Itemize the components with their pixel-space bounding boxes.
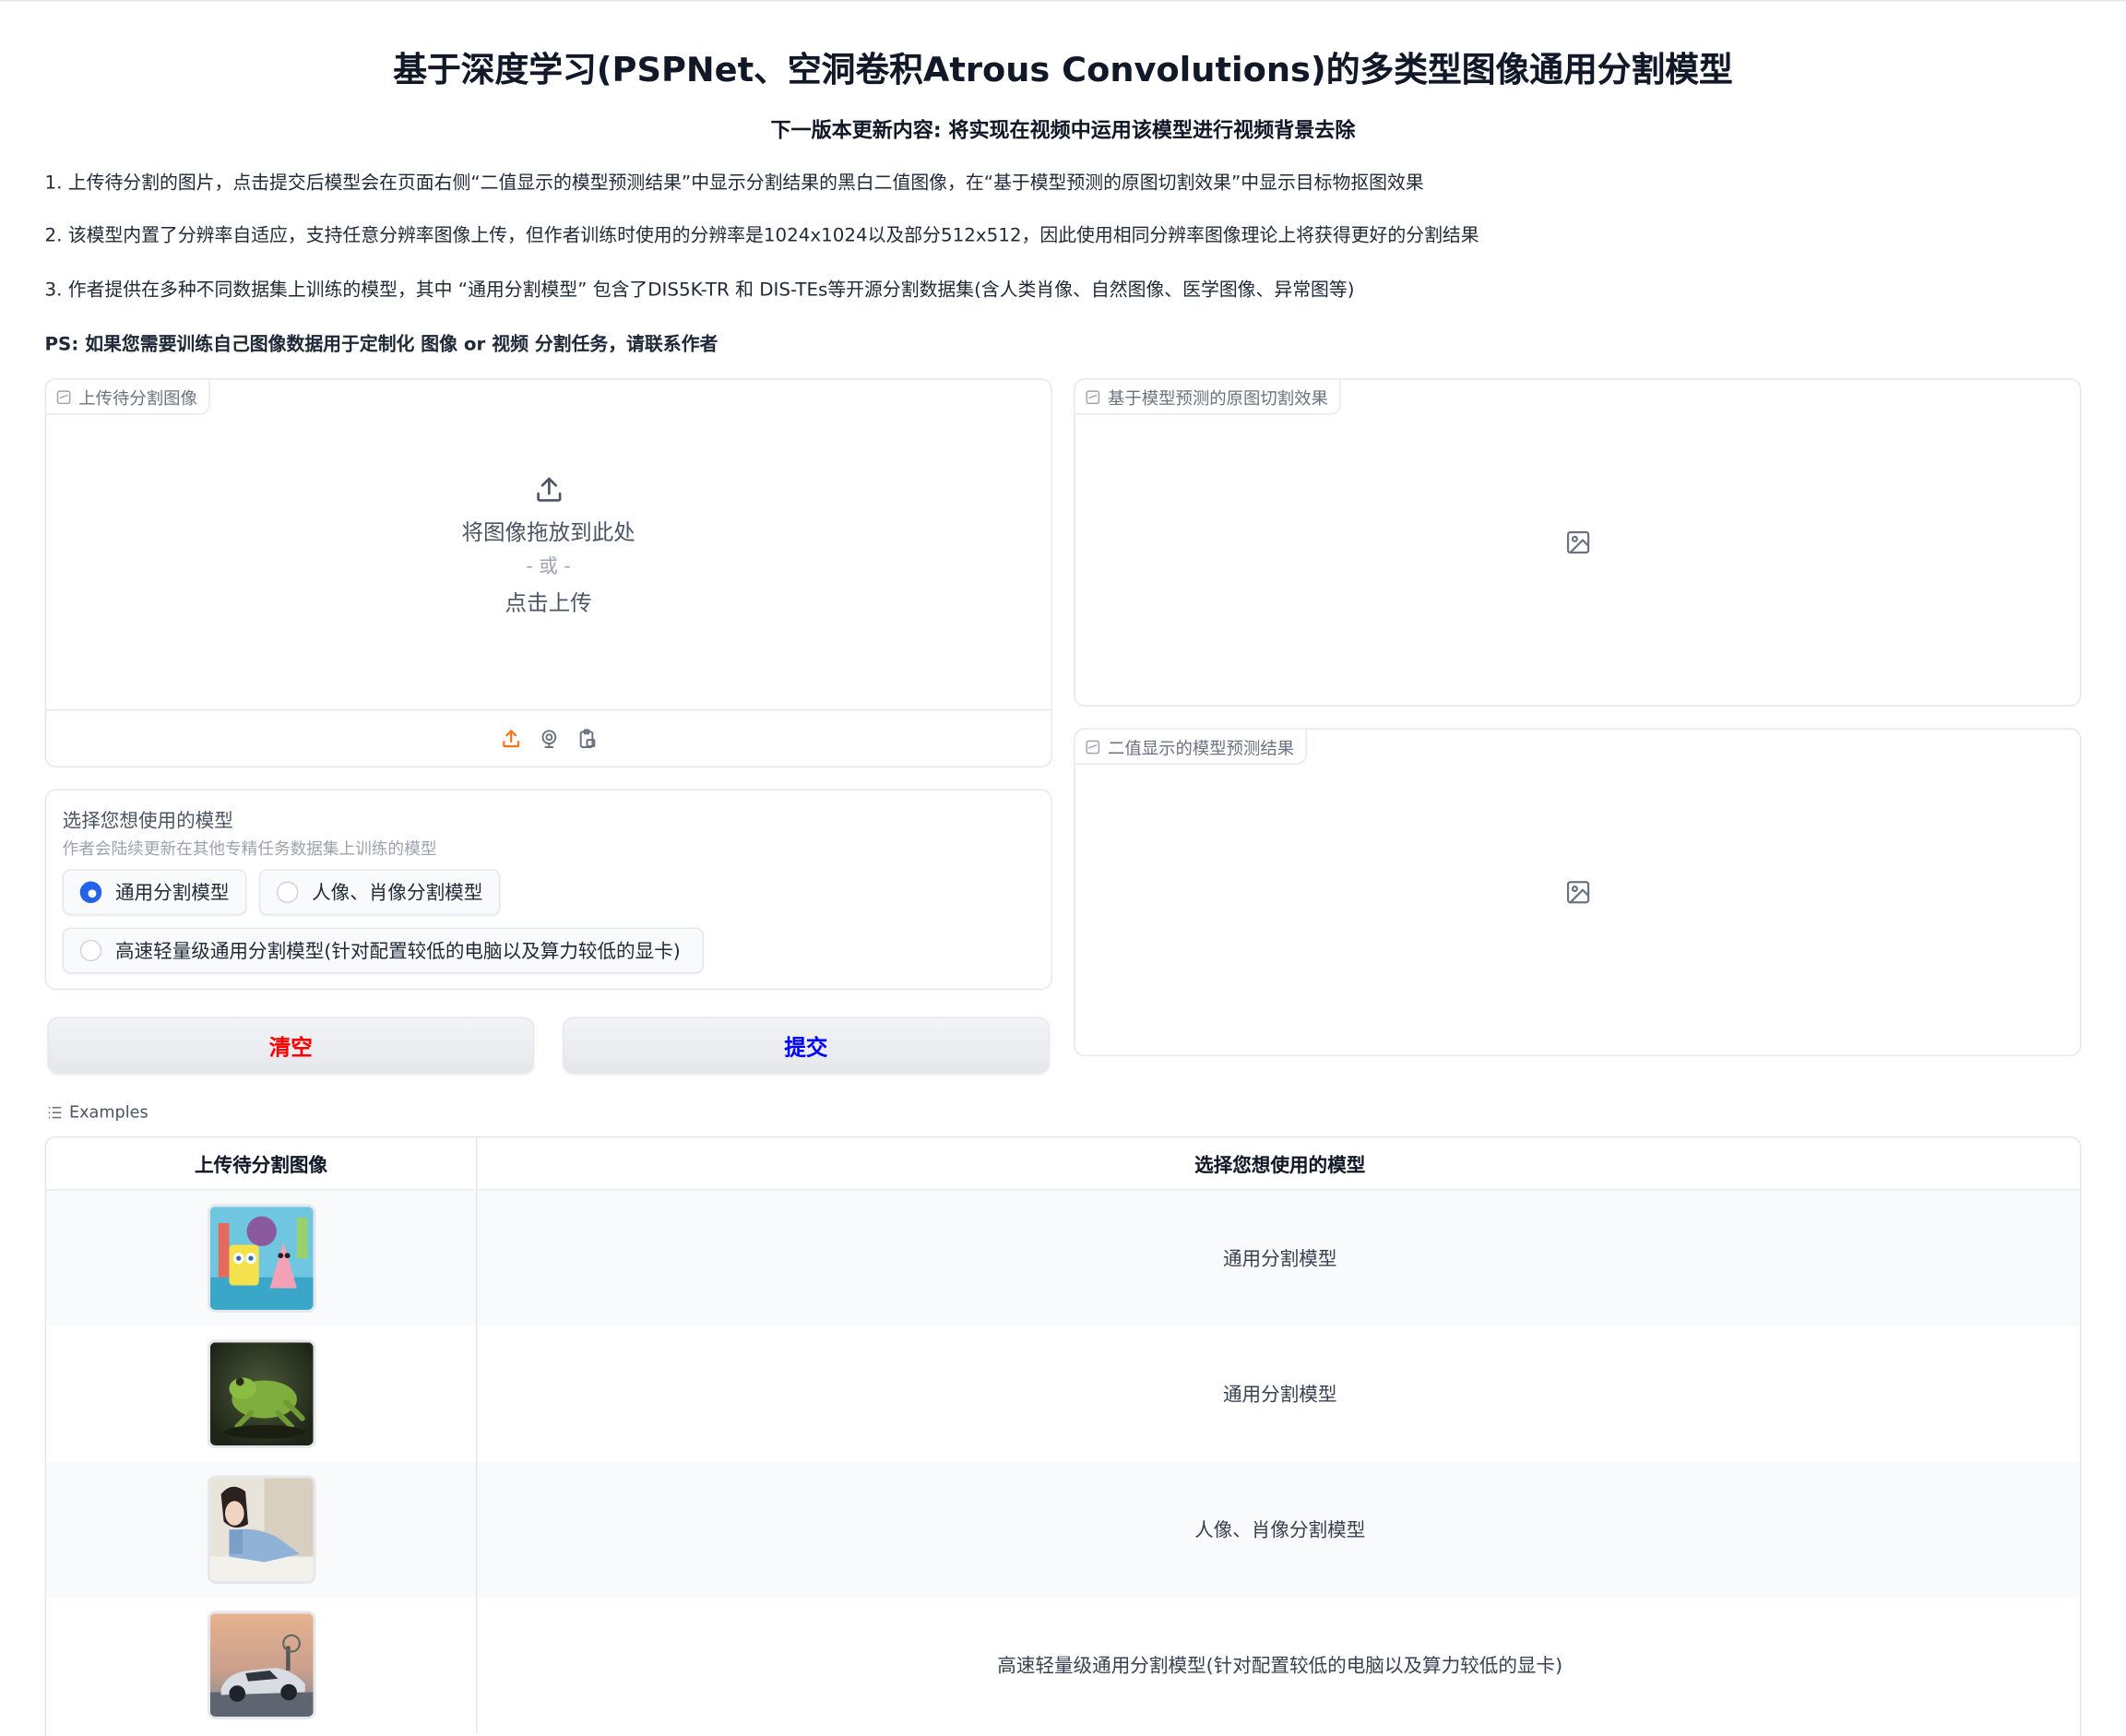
examples-label-text: Examples xyxy=(68,1102,148,1122)
example-row[interactable]: 人像、肖像分割模型 xyxy=(45,1461,2080,1598)
image-dropzone[interactable]: 将图像拖放到此处 - 或 - 点击上传 xyxy=(46,380,1051,711)
webcam-icon xyxy=(540,729,556,748)
webcam-source-button[interactable] xyxy=(536,726,560,750)
image-source-bar xyxy=(45,708,1051,767)
upload-panel-label: 上传待分割图像 xyxy=(45,379,210,415)
dropzone-click-text: 点击上传 xyxy=(505,589,592,616)
cutout-panel-label-text: 基于模型预测的原图切割效果 xyxy=(1107,387,1328,409)
upload-panel-label-text: 上传待分割图像 xyxy=(78,387,197,409)
dropzone-or-text: - 或 - xyxy=(526,555,571,578)
image-placeholder-icon xyxy=(1566,881,1589,904)
examples-header-model: 选择您想使用的模型 xyxy=(475,1137,2080,1191)
radio-option-portrait[interactable]: 人像、肖像分割模型 xyxy=(258,869,501,916)
upload-image-panel: 将图像拖放到此处 - 或 - 点击上传 上传待分割图像 xyxy=(44,378,1052,768)
radio-checked-icon xyxy=(79,881,102,904)
radio-unchecked-icon xyxy=(79,939,102,962)
radio-option-lightweight[interactable]: 高速轻量级通用分割模型(针对配置较低的电脑以及算力较低的显卡) xyxy=(62,927,704,974)
examples-table: 上传待分割图像 选择您想使用的模型 通用分割模型 通用分割模型 人像、肖像分割模… xyxy=(44,1136,2082,1736)
radio-unchecked-icon xyxy=(276,881,299,904)
radio-option-label: 通用分割模型 xyxy=(114,882,230,905)
image-icon xyxy=(1086,739,1100,754)
list-icon xyxy=(48,1106,62,1118)
examples-header-image: 上传待分割图像 xyxy=(194,1154,328,1177)
example-model: 通用分割模型 xyxy=(475,1326,2080,1462)
model-select-info: 作者会陆续更新在其他专精任务数据集上训练的模型 xyxy=(62,838,437,859)
mask-panel-label: 二值显示的模型预测结果 xyxy=(1075,729,1307,766)
dropzone-text: 将图像拖放到此处 xyxy=(461,519,635,545)
frog-thumbnail xyxy=(207,1339,315,1448)
example-model: 人像、肖像分割模型 xyxy=(475,1461,2080,1598)
example-row[interactable]: 通用分割模型 xyxy=(45,1190,2080,1326)
sports-car-thumbnail xyxy=(207,1611,315,1719)
example-row[interactable]: 通用分割模型 xyxy=(46,1326,2080,1462)
mask-panel-label-text: 二值显示的模型预测结果 xyxy=(1107,737,1295,758)
examples-label: Examples xyxy=(47,1102,148,1122)
cutout-panel-label: 基于模型预测的原图切割效果 xyxy=(1075,379,1341,415)
upload-source-button[interactable] xyxy=(498,726,522,750)
page-subtitle: 下一版本更新内容: 将实现在视频中运用该模型进行视频背景去除 xyxy=(770,117,1356,143)
clipboard-icon xyxy=(578,728,595,748)
description-line-3: 3. 作者提供在多种不同数据集上训练的模型，其中 “通用分割模型” 包含了DIS… xyxy=(44,279,1355,302)
page-title: 基于深度学习(PSPNet、空洞卷积Atrous Convolutions)的多… xyxy=(393,50,1733,90)
example-model: 高速轻量级通用分割模型(针对配置较低的电脑以及算力较低的显卡) xyxy=(475,1597,2080,1733)
example-row[interactable]: 高速轻量级通用分割模型(针对配置较低的电脑以及算力较低的显卡) xyxy=(46,1597,2080,1733)
description-line-2: 2. 该模型内置了分辨率自适应，支持任意分辨率图像上传，但作者训练时使用的分辨率… xyxy=(44,225,1479,247)
image-icon xyxy=(56,389,71,404)
cartoon-characters-thumbnail xyxy=(207,1204,315,1313)
upload-source-icon xyxy=(502,729,519,747)
clipboard-source-button[interactable] xyxy=(575,726,599,750)
image-placeholder-icon xyxy=(1566,530,1589,554)
submit-button[interactable]: 提交 xyxy=(563,1017,1050,1075)
description-ps: PS: 如果您需要训练自己图像数据用于定制化 图像 or 视频 分割任务，请联系… xyxy=(44,333,719,356)
description-line-1: 1. 上传待分割的图片，点击提交后模型会在页面右侧“二值显示的模型预测结果”中显… xyxy=(44,172,1424,195)
clear-button-label: 清空 xyxy=(268,1034,313,1061)
examples-header-row: 上传待分割图像 选择您想使用的模型 xyxy=(45,1137,2080,1191)
radio-option-label: 人像、肖像分割模型 xyxy=(312,882,483,905)
example-model: 通用分割模型 xyxy=(475,1190,2080,1326)
top-divider xyxy=(0,0,2126,2)
portrait-woman-thumbnail xyxy=(207,1475,315,1584)
model-select-panel: 选择您想使用的模型 作者会陆续更新在其他专精任务数据集上训练的模型 通用分割模型… xyxy=(44,789,1052,991)
cutout-output-panel: 基于模型预测的原图切割效果 xyxy=(1074,378,2082,707)
model-select-label: 选择您想使用的模型 xyxy=(62,811,233,833)
radio-option-label: 高速轻量级通用分割模型(针对配置较低的电脑以及算力较低的显卡) xyxy=(114,941,681,963)
clear-button[interactable]: 清空 xyxy=(47,1017,535,1075)
image-icon xyxy=(1086,389,1100,404)
submit-button-label: 提交 xyxy=(784,1034,828,1061)
radio-option-general[interactable]: 通用分割模型 xyxy=(62,869,247,916)
mask-output-panel: 二值显示的模型预测结果 xyxy=(1074,728,2082,1057)
upload-icon xyxy=(536,477,561,502)
